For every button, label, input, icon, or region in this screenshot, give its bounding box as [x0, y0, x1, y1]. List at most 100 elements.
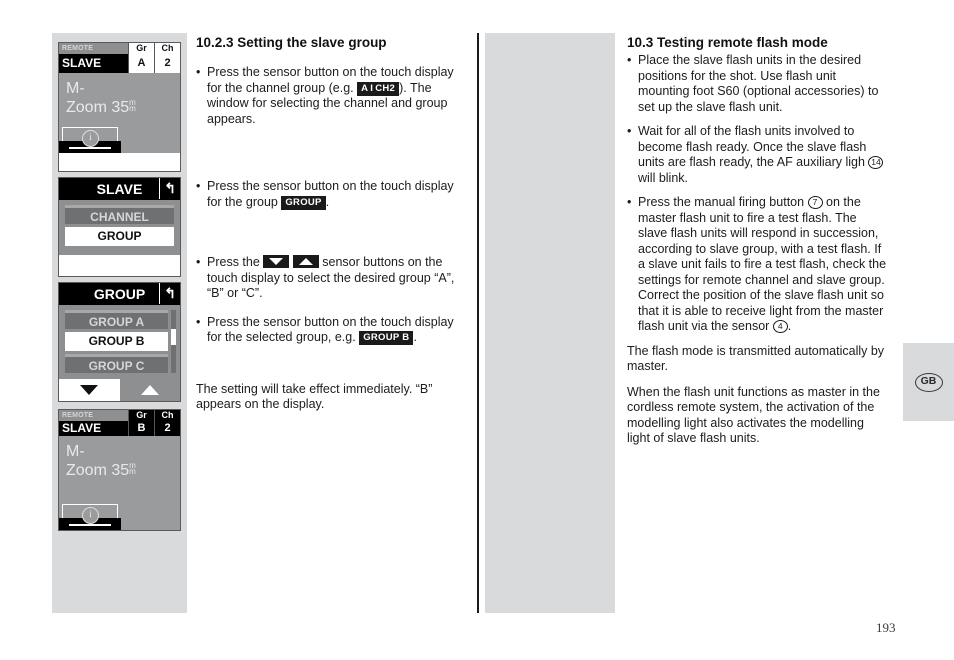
lcd-status-header: REMOTE SLAVE Gr A Ch 2 [59, 43, 180, 73]
bullet-text-part: . [413, 330, 417, 344]
menu-item-group-a[interactable]: GROUP A [65, 310, 168, 329]
lcd-channel-cell: Ch 2 [154, 410, 180, 436]
lcd-menu-title: SLAVE ↰ [59, 178, 180, 200]
lcd-group-label: Gr [129, 410, 154, 421]
section-heading-10-3: 10.3 Testing remote flash mode [627, 35, 828, 50]
right-text-column: 10.3 Testing remote flash mode Place the… [627, 34, 889, 457]
lcd-nav-row [59, 379, 180, 401]
lcd-group-menu-title: GROUP ↰ [59, 283, 180, 305]
list-item: Wait for all of the flash units involved… [627, 124, 889, 186]
scrollbar-thumb[interactable] [171, 328, 176, 346]
lcd-flash-mode-line: M- [66, 443, 85, 460]
right-illustration-column [485, 33, 615, 613]
lcd-info-underline [69, 524, 111, 526]
bullet-text-part: Press the sensor button on the touch dis… [207, 179, 454, 209]
lcd-mode-block: REMOTE SLAVE [59, 410, 128, 436]
lcd-panel-slave-status-b: REMOTE SLAVE Gr B Ch 2 M- Zoom 35 m m i [58, 409, 181, 531]
lcd-mode-remote-label: REMOTE [59, 43, 128, 54]
badge-right: CH2 [375, 82, 396, 94]
section-heading-10-2-3: 10.2.3 Setting the slave group [196, 35, 387, 50]
language-badge: GB [914, 372, 943, 392]
circled-number-icon: 14 [868, 156, 884, 169]
column-divider [477, 33, 479, 613]
back-arrow-icon[interactable]: ↰ [159, 283, 176, 304]
badge-left: A [361, 82, 369, 94]
scroll-up-button[interactable] [119, 379, 180, 401]
lcd-channel-label: Ch [155, 410, 180, 421]
bullet-text-before: Press the manual firing button [638, 195, 808, 209]
bullet-text-part: . [325, 194, 330, 209]
lcd-badge-group-b: GROUP B [359, 331, 414, 345]
lcd-group-menu-title-text: GROUP [93, 286, 146, 302]
lcd-mode-slave-label: SLAVE [59, 421, 128, 436]
right-bullet-list: Place the slave flash units in the desir… [627, 53, 889, 335]
lcd-status-body: M- Zoom 35 m m i [59, 436, 180, 530]
lcd-panel-slave-menu: SLAVE ↰ CHANNEL GROUP [58, 177, 181, 277]
lcd-mode-block: REMOTE SLAVE [59, 43, 128, 73]
lcd-group-value: B [129, 421, 154, 436]
lcd-group-cell: Gr B [128, 410, 154, 436]
lcd-badge-group: GROUP [281, 195, 326, 210]
lcd-zoom-unit: mm [129, 461, 136, 476]
lcd-zoom-text: Zoom 35 [66, 99, 130, 116]
lcd-zoom-line: Zoom 35 m m [66, 461, 180, 480]
lcd-zoom-line: Zoom 35 m m [66, 98, 180, 117]
info-icon[interactable]: i [82, 507, 99, 524]
page-number: 193 [876, 620, 896, 635]
circled-number-icon: 4 [772, 320, 788, 333]
list-item: Press the sensor button on the touch dis… [196, 179, 464, 210]
list-item: Place the slave flash units in the desir… [627, 53, 889, 115]
lcd-channel-value: 2 [155, 421, 180, 436]
lcd-status-body: M- Zoom 35 m m i [59, 73, 180, 153]
middle-bullet-list: Press the sensor button on the touch dis… [196, 65, 464, 346]
middle-text-column: 10.2.3 Setting the slave group Press the… [196, 34, 464, 423]
right-paragraph-2: When the flash unit functions as master … [627, 384, 880, 446]
menu-item-group[interactable]: GROUP [65, 227, 174, 246]
info-icon[interactable]: i [82, 130, 99, 147]
bullet-text-mid: on the master flash unit to fire a test … [638, 195, 887, 333]
lcd-panel-slave-status-a: REMOTE SLAVE Gr A Ch 2 M- Zoom 35 m m i [58, 42, 181, 172]
list-item: Press the sensor buttons on the touch di… [196, 255, 464, 302]
scrollbar[interactable] [171, 310, 176, 373]
lcd-zoom-unit: mm [129, 98, 136, 113]
language-tab: GB [903, 343, 954, 421]
lcd-mode-slave-label: SLAVE [59, 54, 128, 73]
lcd-mode-remote-label: REMOTE [59, 410, 128, 421]
lcd-group-cell: Gr A [128, 43, 154, 73]
right-paragraph-1: The flash mode is transmitted automatica… [627, 343, 885, 374]
list-item: Press the sensor button on the touch dis… [196, 65, 464, 127]
lcd-menu-title-text: SLAVE [96, 181, 143, 197]
lcd-group-menu-body: GROUP A GROUP B GROUP C [59, 305, 180, 379]
bullet-text-part: Press the [207, 255, 264, 269]
lcd-info-button-area[interactable]: i [59, 504, 121, 530]
bullet-text-after: . [787, 319, 792, 333]
menu-item-group-c[interactable]: GROUP C [65, 354, 168, 373]
bullet-text-after: will blink. [638, 170, 689, 185]
lcd-panel-group-menu: GROUP ↰ GROUP A GROUP B GROUP C [58, 282, 181, 402]
lcd-flash-mode-line: M- [66, 80, 85, 97]
triangle-down-icon [263, 255, 290, 268]
lcd-status-header: REMOTE SLAVE Gr B Ch 2 [59, 410, 180, 436]
circled-number-icon: 7 [807, 196, 823, 209]
lcd-info-underline [69, 147, 111, 149]
triangle-up-icon [292, 255, 319, 268]
lcd-info-button-area[interactable]: i [59, 127, 121, 153]
bullet-text-before: Wait for all of the flash units involved… [638, 124, 869, 169]
triangle-up-icon [140, 385, 159, 395]
triangle-down-icon [80, 385, 99, 395]
middle-closing-paragraph: The setting will take effect immediately… [196, 381, 433, 412]
lcd-zoom-text: Zoom 35 [66, 462, 130, 479]
lcd-channel-cell: Ch 2 [154, 43, 180, 73]
lcd-channel-value: 2 [155, 54, 180, 73]
back-arrow-icon[interactable]: ↰ [159, 178, 176, 199]
lcd-channel-label: Ch [155, 43, 180, 54]
lcd-menu-body: CHANNEL GROUP [59, 200, 180, 255]
menu-item-channel[interactable]: CHANNEL [65, 205, 174, 224]
scroll-down-button[interactable] [59, 379, 120, 401]
lcd-badge-channel-group: A I CH2 [357, 81, 400, 96]
lcd-group-value: A [129, 54, 154, 73]
menu-item-group-b[interactable]: GROUP B [65, 332, 168, 351]
list-item: Press the manual firing button 7 on the … [627, 195, 889, 335]
list-item: Press the sensor button on the touch dis… [196, 315, 464, 346]
lcd-group-label: Gr [129, 43, 154, 54]
